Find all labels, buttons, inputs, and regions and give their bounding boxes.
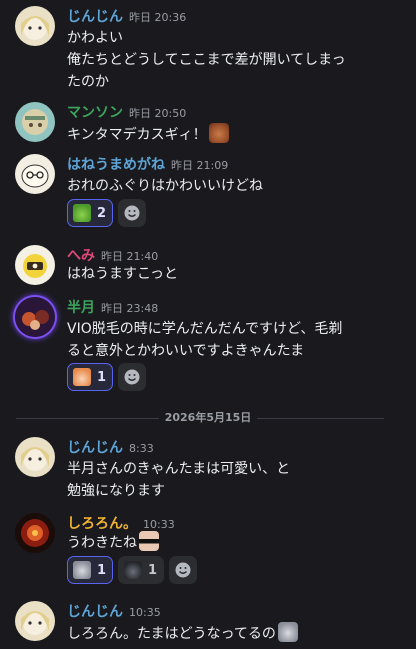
reaction-count: 1 [97, 369, 107, 385]
green-pepper-emoji [73, 204, 91, 222]
message-line: キンタマデカスギィ！ [67, 123, 229, 144]
author-name[interactable]: 半月 [67, 297, 95, 317]
smiley-add-reaction-icon [124, 205, 140, 221]
avatar[interactable] [15, 513, 55, 553]
message-header: しろろん。 10:33 [67, 513, 175, 533]
reaction[interactable]: 1 [67, 363, 114, 391]
message-text: たのか [67, 74, 109, 90]
author-name[interactable]: はねうまめがね [67, 154, 165, 174]
reaction[interactable]: 2 [67, 199, 114, 227]
author-name[interactable]: へみ [67, 245, 95, 265]
message-text: キンタマデカスギィ！ [67, 127, 207, 143]
message-text: 半月さんのきゃんたまは可愛い、と [67, 461, 291, 477]
message-header: じんじん 10:35 [67, 601, 161, 621]
reaction-bar: 1 [67, 363, 147, 391]
message-text: かわよい [67, 30, 123, 46]
reaction-count: 2 [97, 205, 107, 221]
avatar[interactable] [15, 154, 55, 194]
dark-figure-emoji [124, 561, 143, 579]
timestamp: 8:33 [129, 442, 154, 455]
message-text: 俺たちとどうしてここまで差が開いてしまっ [67, 52, 346, 68]
smiley-add-reaction-icon [175, 562, 191, 578]
sunglasses-face-emoji [139, 531, 159, 551]
reaction[interactable]: 1 [118, 556, 165, 584]
message-text: VIO脱毛の時に学んだんだんですけど、毛剃 [67, 321, 343, 337]
cat-emoji [277, 622, 298, 642]
message-header: じんじん 8:33 [67, 437, 154, 457]
message-line: うわきたね [67, 531, 159, 552]
message-header: じんじん 昨日 20:36 [67, 6, 186, 26]
timestamp: 昨日 21:09 [171, 159, 229, 172]
avatar[interactable] [15, 102, 55, 142]
chat-log: じんじん 昨日 20:36 かわよい 俺たちとどうしてここまで差が開いてしまっ … [0, 0, 416, 649]
reaction-count: 1 [97, 562, 107, 578]
message-text: うわきたね [67, 535, 137, 551]
timestamp: 昨日 20:50 [129, 107, 187, 120]
avatar[interactable] [15, 297, 55, 337]
avatar[interactable] [15, 245, 55, 285]
add-reaction-button[interactable] [118, 199, 147, 227]
message-header: マンソン 昨日 20:50 [67, 102, 186, 122]
timestamp: 昨日 23:48 [101, 302, 159, 315]
author-name[interactable]: しろろん。 [67, 513, 137, 533]
message-header: へみ 昨日 21:40 [67, 245, 158, 265]
meat-emoji [208, 123, 229, 143]
reaction-count: 1 [148, 562, 158, 578]
add-reaction-button[interactable] [118, 363, 147, 391]
timestamp: 昨日 21:40 [101, 250, 159, 263]
reaction-bar: 2 [67, 199, 147, 227]
avatar[interactable] [15, 601, 55, 641]
anime-face-emoji [73, 368, 91, 386]
author-name[interactable]: じんじん [67, 6, 123, 26]
reaction[interactable]: 1 [67, 556, 114, 584]
date-divider-label: 2026年5月15日 [158, 411, 258, 424]
smiley-add-reaction-icon [124, 369, 140, 385]
message-text: おれのふぐりはかわいいけどね [67, 178, 263, 194]
author-name[interactable]: じんじん [67, 601, 123, 621]
message-text: ると意外とかわいいですよきゃんたま [67, 343, 305, 359]
author-name[interactable]: じんじん [67, 437, 123, 457]
date-divider: 2026年5月15日 [0, 409, 416, 425]
timestamp: 10:35 [129, 606, 161, 619]
message-line: しろろん。たまはどうなってるの [67, 622, 298, 643]
message-text: 勉強になります [67, 483, 165, 499]
reaction-bar: 1 1 [67, 556, 198, 584]
cat-emoji [73, 561, 91, 579]
add-reaction-button[interactable] [169, 556, 198, 584]
message-header: はねうまめがね 昨日 21:09 [67, 154, 228, 174]
avatar[interactable] [15, 6, 55, 46]
avatar[interactable] [15, 437, 55, 477]
author-name[interactable]: マンソン [67, 102, 123, 122]
message-text: はねうますこっと [67, 266, 179, 282]
timestamp: 10:33 [143, 518, 175, 531]
message-text: しろろん。たまはどうなってるの [67, 626, 276, 642]
message-header: 半月 昨日 23:48 [67, 297, 158, 317]
timestamp: 昨日 20:36 [129, 11, 187, 24]
